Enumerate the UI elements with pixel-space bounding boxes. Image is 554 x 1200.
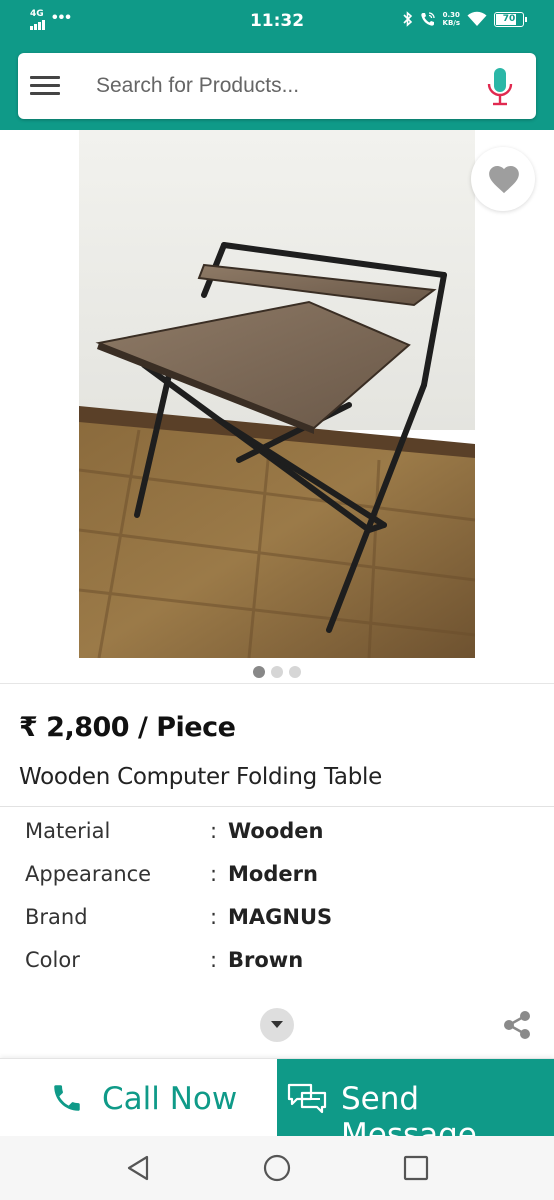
spec-row: Appearance : Modern (25, 858, 535, 901)
search-bar (18, 53, 536, 119)
action-bar: Call Now Send Message (0, 1058, 554, 1153)
product-image[interactable] (79, 130, 475, 658)
specifications-table: Material : Wooden Appearance : Modern Br… (25, 815, 535, 987)
microphone-icon[interactable] (486, 66, 514, 108)
send-message-button[interactable]: Send Message (277, 1059, 554, 1153)
status-right: 0.30 KB/s 70 (402, 11, 527, 27)
product-title: Wooden Computer Folding Table (19, 764, 382, 790)
spec-value: Modern (228, 862, 318, 886)
status-bar: 4G ••• 11:32 0.30 KB/s 70 (0, 0, 554, 44)
heart-icon (489, 165, 519, 194)
home-icon[interactable] (263, 1154, 291, 1182)
gallery-dot[interactable] (289, 666, 301, 678)
chat-icon (287, 1083, 327, 1114)
back-icon[interactable] (125, 1154, 151, 1182)
divider (0, 806, 554, 807)
wifi-icon (467, 11, 487, 26)
chevron-down-icon (271, 1021, 283, 1028)
spec-colon: : (210, 819, 218, 843)
spec-row: Material : Wooden (25, 815, 535, 858)
call-now-label: Call Now (102, 1081, 238, 1117)
spec-colon: : (210, 862, 218, 886)
spec-value: MAGNUS (228, 905, 333, 929)
spec-value: Wooden (228, 819, 324, 843)
spec-row: Brand : MAGNUS (25, 901, 535, 944)
battery-percent: 70 (502, 13, 516, 24)
gallery-pagination (0, 665, 554, 683)
app-header (0, 44, 554, 130)
recent-apps-icon[interactable] (403, 1154, 429, 1182)
favorite-button[interactable] (471, 147, 535, 211)
spec-label: Material (25, 819, 111, 843)
search-input[interactable] (96, 67, 466, 105)
bluetooth-icon (402, 11, 412, 27)
gallery-dot[interactable] (253, 666, 265, 678)
spec-label: Appearance (25, 862, 152, 886)
share-icon[interactable] (501, 1009, 533, 1041)
spec-label: Brand (25, 905, 88, 929)
speed-value: 0.30 (442, 11, 460, 19)
spec-colon: : (210, 948, 218, 972)
expand-specs-button[interactable] (260, 1008, 294, 1042)
spec-label: Color (25, 948, 80, 972)
system-nav-bar (0, 1136, 554, 1200)
battery-icon: 70 (494, 11, 527, 27)
spec-row: Color : Brown (25, 944, 535, 987)
network-speed: 0.30 KB/s (443, 11, 460, 27)
call-now-button[interactable]: Call Now (0, 1059, 277, 1137)
product-gallery (0, 130, 554, 684)
spec-value: Brown (228, 948, 304, 972)
spec-colon: : (210, 905, 218, 929)
gallery-dot[interactable] (271, 666, 283, 678)
product-price: ₹ 2,800 / Piece (19, 712, 236, 743)
wifi-call-icon (420, 12, 435, 26)
hamburger-menu-icon[interactable] (30, 73, 60, 97)
speed-unit: KB/s (442, 19, 460, 27)
phone-icon (54, 1085, 80, 1111)
